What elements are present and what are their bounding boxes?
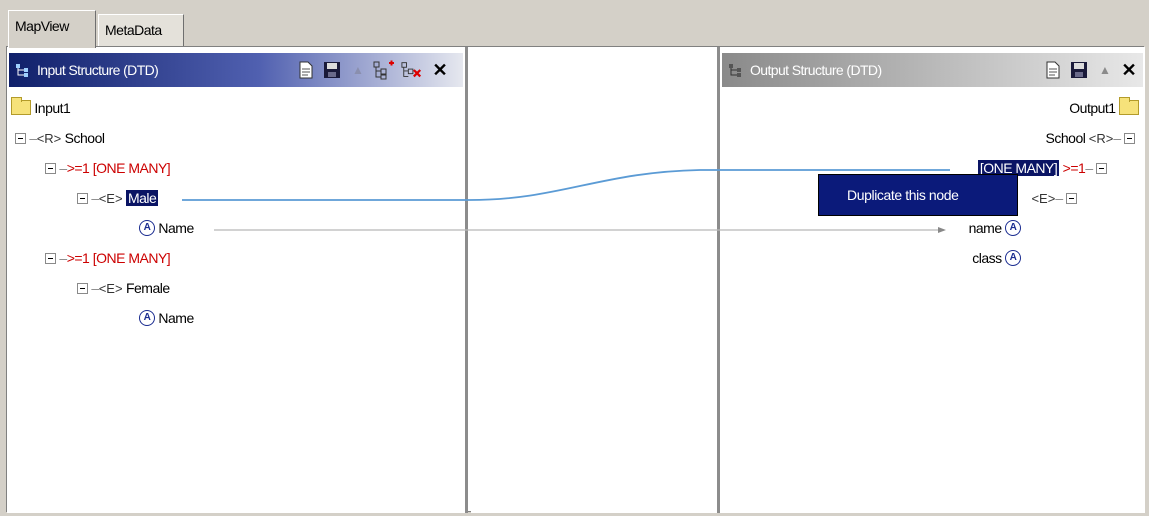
tree-node-cardinality-2[interactable]: –>=1 [ONE MANY] bbox=[45, 247, 171, 269]
tree-node-male[interactable]: –<E> Male bbox=[77, 187, 159, 209]
document-icon[interactable] bbox=[1042, 59, 1064, 81]
tree-node-school[interactable]: –<R> School bbox=[15, 127, 105, 149]
collapse-toggle[interactable] bbox=[1066, 192, 1077, 204]
tree-structure-icon bbox=[729, 64, 741, 77]
menu-item-duplicate-node[interactable]: Duplicate this node bbox=[847, 187, 959, 203]
attribute-icon: A bbox=[139, 310, 155, 327]
collapse-toggle[interactable] bbox=[1096, 162, 1107, 174]
node-label: School bbox=[1045, 130, 1086, 146]
cardinality-label: [ONE MANY] bbox=[92, 160, 171, 176]
tree-node-female[interactable]: –<E> Female bbox=[77, 277, 170, 299]
node-label: Name bbox=[158, 310, 194, 326]
tree-node-input1[interactable]: Input1 bbox=[11, 97, 71, 119]
context-menu: Duplicate this node bbox=[818, 174, 1018, 216]
collapse-toggle[interactable] bbox=[15, 132, 26, 144]
input-structure-panel: Input Structure (DTD) ▲ ✕ Input1 –<R> Sc… bbox=[7, 47, 468, 513]
tree-node-cardinality-1[interactable]: –>=1 [ONE MANY] bbox=[45, 157, 171, 179]
tree-node-attr-class[interactable]: class A bbox=[972, 247, 1021, 269]
input-panel-header: Input Structure (DTD) ▲ ✕ bbox=[9, 53, 463, 87]
node-label: School bbox=[64, 130, 105, 146]
map-editor-window: MapView MetaData Input Structure (DTD) ▲ bbox=[0, 0, 1149, 516]
output-structure-panel: Output Structure (DTD) ▲ ✕ Output1 Schoo… bbox=[717, 47, 1145, 513]
close-icon[interactable]: ✕ bbox=[1118, 59, 1140, 81]
attribute-icon: A bbox=[139, 220, 155, 237]
node-label-selected: Male bbox=[125, 190, 159, 206]
tree-structure-icon bbox=[16, 64, 28, 77]
tree-node-female-name[interactable]: A Name bbox=[139, 307, 194, 329]
folder-icon bbox=[1119, 97, 1139, 116]
close-icon[interactable]: ✕ bbox=[429, 59, 451, 81]
folder-icon bbox=[11, 97, 31, 116]
map-view-workarea: Input Structure (DTD) ▲ ✕ Input1 –<R> Sc… bbox=[6, 46, 1145, 513]
add-node-icon[interactable] bbox=[373, 59, 395, 81]
save-icon[interactable] bbox=[1068, 59, 1090, 81]
tab-metadata[interactable]: MetaData bbox=[98, 14, 184, 46]
collapse-toggle[interactable] bbox=[45, 252, 56, 264]
node-label: name bbox=[968, 220, 1003, 236]
collapse-toggle[interactable] bbox=[77, 192, 88, 204]
element-tag-icon: <E> bbox=[98, 281, 123, 296]
mapping-canvas[interactable] bbox=[471, 47, 717, 513]
node-label: class bbox=[972, 250, 1002, 266]
cardinality-value: >=1 bbox=[66, 250, 90, 266]
collapse-toggle[interactable] bbox=[1124, 132, 1135, 144]
input-panel-title: Input Structure (DTD) bbox=[37, 62, 159, 78]
output-panel-header: Output Structure (DTD) ▲ ✕ bbox=[722, 53, 1143, 87]
cardinality-value: >=1 bbox=[66, 160, 90, 176]
root-tag-icon: <R> bbox=[36, 131, 62, 146]
up-arrow-icon[interactable]: ▲ bbox=[1094, 59, 1116, 81]
tree-node-attr-name[interactable]: name A bbox=[969, 217, 1021, 239]
document-icon[interactable] bbox=[295, 59, 317, 81]
element-tag-icon: <E> bbox=[1031, 191, 1056, 206]
tree-node-school-out[interactable]: School <R>– bbox=[1046, 127, 1135, 149]
element-tag-icon: <E> bbox=[98, 191, 123, 206]
up-arrow-icon[interactable]: ▲ bbox=[347, 59, 369, 81]
node-label: Output1 bbox=[1069, 100, 1116, 116]
tree-node-element-out[interactable]: <E>– bbox=[1031, 187, 1077, 209]
output-panel-title: Output Structure (DTD) bbox=[750, 62, 882, 78]
root-tag-icon: <R> bbox=[1088, 131, 1114, 146]
save-icon[interactable] bbox=[321, 59, 343, 81]
collapse-toggle[interactable] bbox=[45, 162, 56, 174]
node-label: Input1 bbox=[34, 100, 71, 116]
node-label: Female bbox=[125, 280, 170, 296]
tree-node-male-name[interactable]: A Name bbox=[139, 217, 194, 239]
tab-bar: MapView MetaData bbox=[4, 8, 1145, 48]
node-label: Name bbox=[158, 220, 194, 236]
attribute-icon: A bbox=[1005, 250, 1021, 267]
cardinality-label: [ONE MANY] bbox=[92, 250, 171, 266]
delete-node-icon[interactable] bbox=[401, 59, 423, 81]
attribute-icon: A bbox=[1005, 220, 1021, 237]
tree-node-output1[interactable]: Output1 bbox=[1069, 97, 1139, 119]
cardinality-value: >=1 bbox=[1062, 160, 1086, 176]
tab-mapview[interactable]: MapView bbox=[8, 10, 96, 48]
collapse-toggle[interactable] bbox=[77, 282, 88, 294]
